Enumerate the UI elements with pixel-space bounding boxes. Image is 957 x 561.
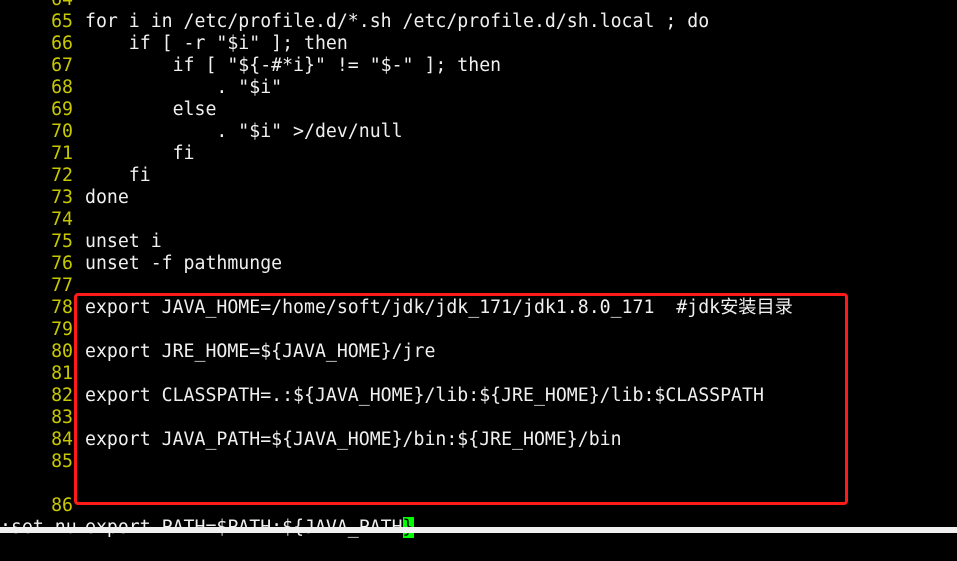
- highlight-box: [74, 293, 848, 505]
- line-number: 78: [51, 297, 73, 318]
- line-number: 82: [51, 385, 73, 406]
- code-line: 73 done: [0, 187, 957, 209]
- code-line: 76 unset -f pathmunge: [0, 253, 957, 275]
- line-text: if [ "${-#*i}" != "$-" ]; then: [85, 55, 502, 76]
- line-number: 65: [51, 11, 73, 32]
- line-number: 77: [51, 275, 73, 296]
- line-text: unset -f pathmunge: [85, 253, 283, 274]
- code-line: 67 if [ "${-#*i}" != "$-" ]; then: [0, 55, 957, 77]
- code-line: 72 fi: [0, 165, 957, 187]
- line-number: 64: [0, 0, 73, 11]
- code-line: 74: [0, 209, 957, 231]
- line-text: done: [85, 187, 129, 208]
- line-number: 75: [51, 231, 73, 252]
- code-line: 65 for i in /etc/profile.d/*.sh /etc/prof…: [0, 11, 957, 33]
- line-number: 70: [51, 121, 73, 142]
- line-number: 83: [51, 407, 73, 428]
- line-text: else: [85, 99, 217, 120]
- line-number: 74: [51, 209, 73, 230]
- line-text: fi: [85, 165, 151, 186]
- line-text: for i in /etc/profile.d/*.sh /etc/profil…: [85, 11, 710, 32]
- line-number: 72: [51, 165, 73, 186]
- line-number: 76: [51, 253, 73, 274]
- code-line: 69 else: [0, 99, 957, 121]
- line-text: . "$i": [85, 77, 283, 98]
- line-number: 80: [51, 341, 73, 362]
- line-number: 71: [51, 143, 73, 164]
- code-line: 70 . "$i" >/dev/null: [0, 121, 957, 143]
- code-line: 68 . "$i": [0, 77, 957, 99]
- line-number: 66: [51, 33, 73, 54]
- line-text: fi: [85, 143, 195, 164]
- line-number: 85: [51, 451, 73, 472]
- line-text: if [ -r "$i" ]; then: [85, 33, 348, 54]
- line-number: 84: [51, 429, 73, 450]
- code-line: 75 unset i: [0, 231, 957, 253]
- window-bottom-bar: [0, 527, 957, 533]
- line-number: 81: [51, 363, 73, 384]
- line-text: . "$i" >/dev/null: [85, 121, 403, 142]
- code-line: 64: [0, 0, 957, 11]
- line-number: 73: [51, 187, 73, 208]
- code-line: 66 if [ -r "$i" ]; then: [0, 33, 957, 55]
- line-number: 69: [51, 99, 73, 120]
- line-number: 68: [51, 77, 73, 98]
- line-text: unset i: [85, 231, 162, 252]
- code-line: 71 fi: [0, 143, 957, 165]
- line-number: 67: [51, 55, 73, 76]
- line-number: 79: [51, 319, 73, 340]
